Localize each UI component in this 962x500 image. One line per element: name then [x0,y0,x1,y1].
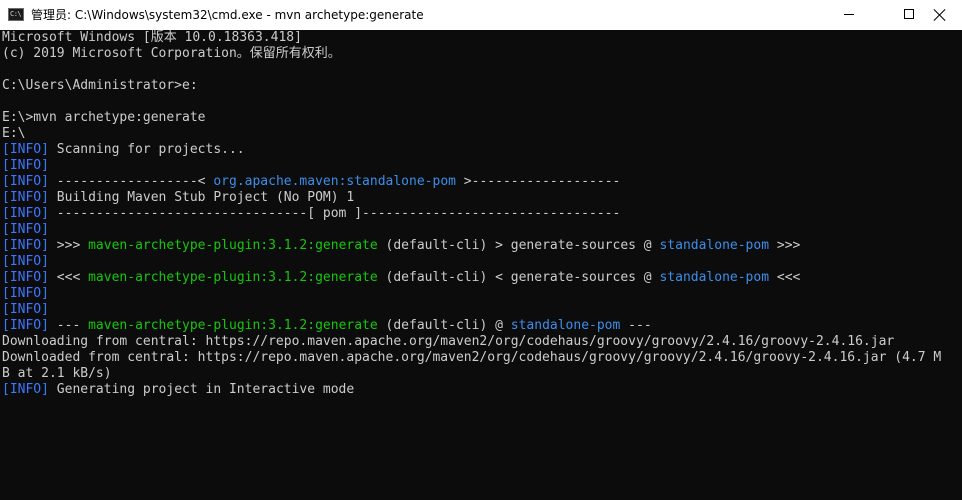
console-text: --- [620,318,652,333]
log-level-tag: [INFO] [2,254,49,269]
console-text: (default-cli) @ [377,318,511,333]
console-text: E:\>mvn archetype:generate [2,110,206,125]
console-line: [INFO] [2,222,49,238]
console-line: [INFO] [2,286,49,302]
console-text: >>> [48,238,89,253]
console-text: org.apache.maven:standalone-pom [213,174,456,189]
window-title: 管理员: C:\Windows\system32\cmd.exe - mvn a… [31,8,424,22]
console-line: Downloading from central: https://repo.m… [2,334,894,350]
console-text: Downloading from central: https://repo.m… [2,334,895,349]
console-text: maven-archetype-plugin:3.1.2:generate [88,318,378,333]
console-text: ------------------< [48,174,214,189]
log-level-tag: [INFO] [2,286,49,301]
console-text: maven-archetype-plugin:3.1.2:generate [88,270,378,285]
console-line: B at 2.1 kB/s) [2,366,112,382]
console-text: B at 2.1 kB/s) [2,366,112,381]
console-text: Building Maven Stub Project (No POM) 1 [48,190,355,205]
console-line: [INFO] [2,158,49,174]
console-text: <<< [769,270,801,285]
console-line: C:\Users\Administrator>e: [2,78,198,94]
console-text: Scanning for projects... [48,142,245,157]
console-text: maven-archetype-plugin:3.1.2:generate [88,238,378,253]
console-line: Microsoft Windows [版本 10.0.18363.418] [2,30,302,46]
console-text: E:\ [2,126,26,141]
log-level-tag: [INFO] [2,318,49,333]
console-line: E:\ [2,126,25,142]
console-line: Downloaded from central: https://repo.ma… [2,350,941,366]
log-level-tag: [INFO] [2,174,49,189]
console-line: [INFO] --- maven-archetype-plugin:3.1.2:… [2,318,652,334]
console-line: [INFO] Generating project in Interactive… [2,382,354,398]
console-text: C:\Users\Administrator>e: [2,78,198,93]
console-line: (c) 2019 Microsoft Corporation。保留所有权利。 [2,46,341,62]
log-level-tag: [INFO] [2,206,49,221]
console-text: standalone-pom [510,318,621,333]
console-text: --------------------------------[ pom ]-… [48,206,621,221]
console-text: <<< [48,270,89,285]
console-text: --- [48,318,89,333]
console-text: Downloaded from central: https://repo.ma… [2,350,942,365]
console-output[interactable]: Microsoft Windows [版本 10.0.18363.418] (c)… [0,30,962,500]
title-bar[interactable]: C:\ 管理员: C:\Windows\system32\cmd.exe - m… [0,0,962,30]
log-level-tag: [INFO] [2,142,49,157]
log-level-tag: [INFO] [2,302,49,317]
minimize-button[interactable] [826,0,872,30]
minimize-icon [844,14,854,15]
log-level-tag: [INFO] [2,222,49,237]
console-line: [INFO] [2,254,49,270]
console-line: [INFO] Scanning for projects... [2,142,245,158]
log-level-tag: [INFO] [2,158,49,173]
close-icon [934,9,946,21]
console-text: (default-cli) < generate-sources @ [377,270,660,285]
console-line: [INFO] --------------------------------[… [2,206,620,222]
log-level-tag: [INFO] [2,382,49,397]
console-text: standalone-pom [659,238,770,253]
console-text: >------------------- [455,174,621,189]
console-line: [INFO] >>> maven-archetype-plugin:3.1.2:… [2,238,800,254]
console-line: [INFO] [2,302,49,318]
console-line: [INFO] <<< maven-archetype-plugin:3.1.2:… [2,270,800,286]
console-line: [INFO] Building Maven Stub Project (No P… [2,190,354,206]
console-icon[interactable]: C:\ [8,8,24,21]
maximize-icon [904,9,914,19]
console-text: Microsoft Windows [版本 10.0.18363.418] [2,30,302,45]
console-icon-label: C:\ [10,10,22,18]
cmd-window: C:\ 管理员: C:\Windows\system32\cmd.exe - m… [0,0,962,500]
console-text: standalone-pom [659,270,770,285]
console-text: >>> [769,238,801,253]
console-text: Generating project in Interactive mode [48,382,355,397]
close-button[interactable] [916,0,962,30]
log-level-tag: [INFO] [2,270,49,285]
log-level-tag: [INFO] [2,238,49,253]
console-line: [INFO] ------------------< org.apache.ma… [2,174,620,190]
console-text: (default-cli) > generate-sources @ [377,238,660,253]
console-text: (c) 2019 Microsoft Corporation。保留所有权利。 [2,46,341,61]
console-line: E:\>mvn archetype:generate [2,110,206,126]
log-level-tag: [INFO] [2,190,49,205]
